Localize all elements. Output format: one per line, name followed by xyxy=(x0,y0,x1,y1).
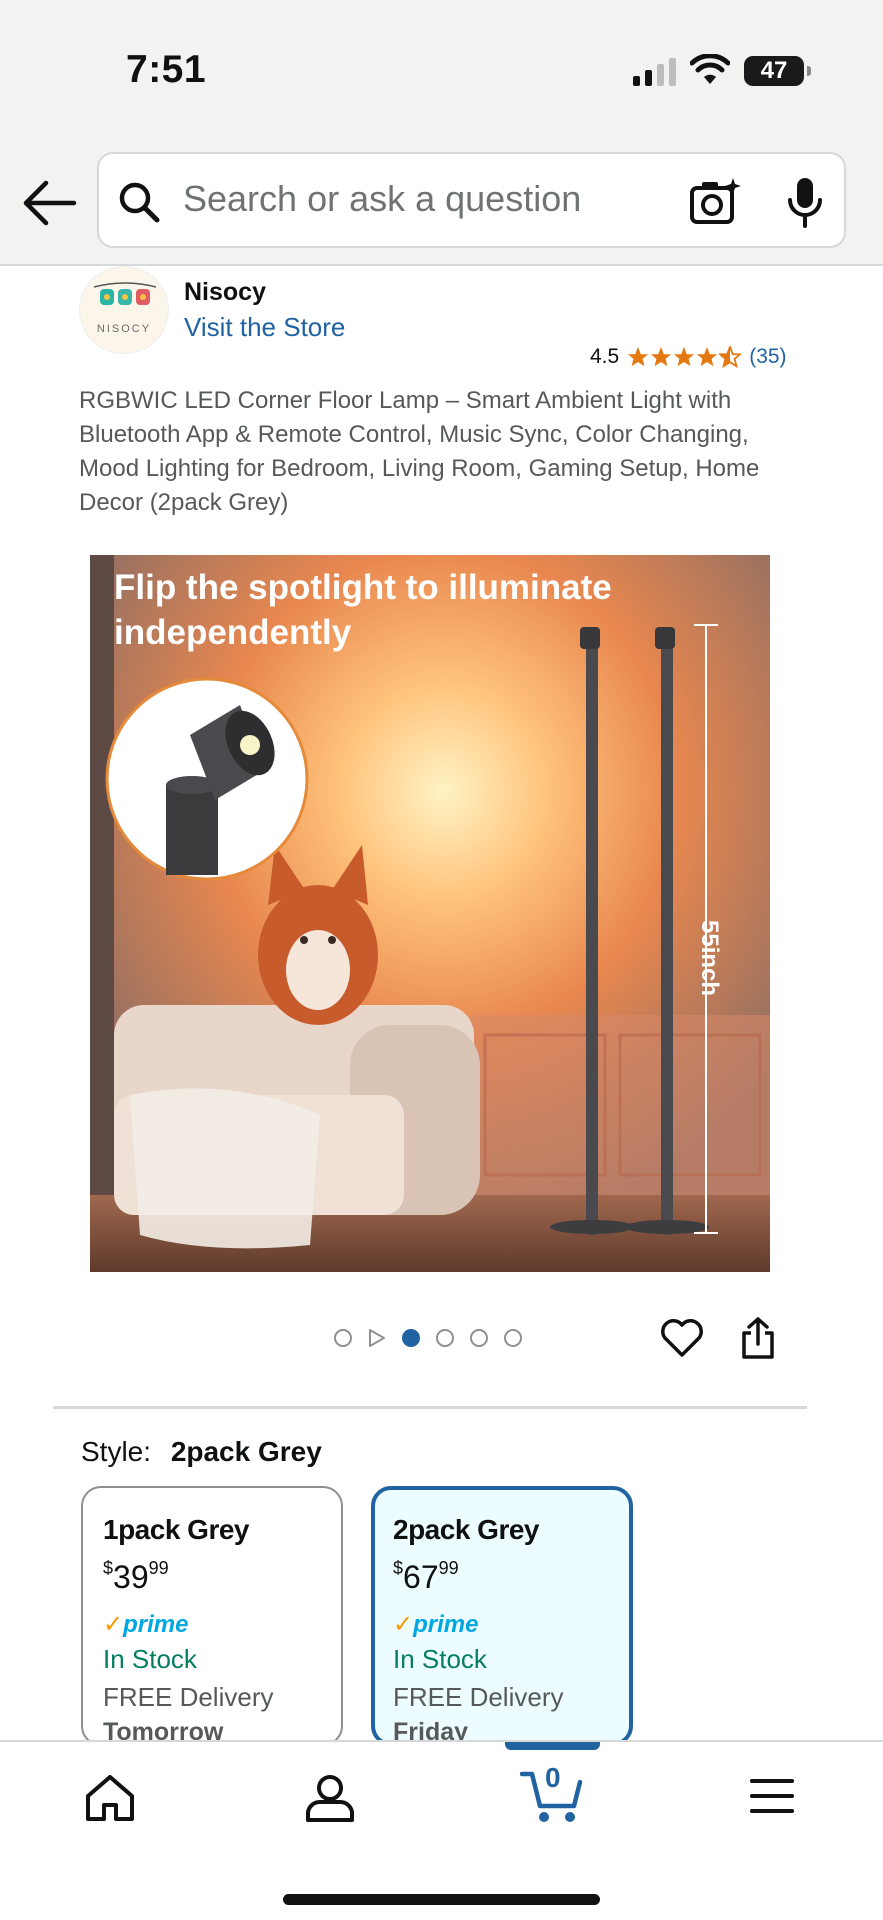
option-name: 2pack Grey xyxy=(393,1514,540,1545)
menu-hamburger-icon[interactable] xyxy=(750,1776,794,1816)
option-name: 1pack Grey xyxy=(103,1514,250,1545)
stock-status: In Stock xyxy=(393,1644,487,1674)
carousel-indicator xyxy=(334,1328,522,1348)
prime-check-icon: ✓ xyxy=(393,1611,414,1638)
carousel-dot[interactable] xyxy=(334,1329,352,1347)
star-full-icon xyxy=(651,346,672,367)
carousel-dot-active[interactable] xyxy=(402,1329,420,1347)
prime-label: prime xyxy=(123,1611,189,1638)
status-bar: 7:51 47 xyxy=(0,0,883,140)
share-icon[interactable] xyxy=(740,1316,776,1360)
style-option-1pack[interactable]: 1pack Grey $3999 ✓prime In Stock FREE De… xyxy=(81,1486,343,1746)
style-selector-label: Style: 2pack Grey xyxy=(81,1436,322,1468)
status-time: 7:51 xyxy=(126,48,207,91)
microphone-icon[interactable] xyxy=(785,176,825,228)
prime-badge: ✓prime xyxy=(393,1610,478,1639)
search-placeholder: Search or ask a question xyxy=(183,178,582,219)
product-title: RGBWIC LED Corner Floor Lamp – Smart Amb… xyxy=(79,387,760,516)
star-full-icon xyxy=(628,346,649,367)
style-selected-value: 2pack Grey xyxy=(170,1436,322,1467)
profile-icon[interactable] xyxy=(304,1772,356,1824)
star-full-icon xyxy=(697,346,718,367)
search-icon xyxy=(119,182,160,223)
price-currency: $ xyxy=(393,1558,404,1578)
active-tab-indicator xyxy=(505,1742,600,1750)
star-rating xyxy=(627,346,742,368)
price-currency: $ xyxy=(103,1558,114,1578)
home-icon[interactable] xyxy=(84,1772,136,1824)
product-image[interactable]: 55inch Flip the spotlight to illuminate … xyxy=(90,555,770,1272)
style-option-2pack[interactable]: 2pack Grey $6799 ✓prime In Stock FREE De… xyxy=(371,1486,633,1746)
product-page: 7:51 47 Search or ask a question NISOCY … xyxy=(0,0,883,1920)
camera-search-icon[interactable] xyxy=(689,176,741,228)
carousel-dot[interactable] xyxy=(504,1329,522,1347)
prime-label: prime xyxy=(413,1611,479,1638)
price-whole: 39 xyxy=(113,1559,149,1595)
rating-count-link[interactable]: (35) xyxy=(749,345,786,369)
search-header: Search or ask a question xyxy=(0,140,883,266)
stock-status: In Stock xyxy=(103,1644,197,1674)
height-label: 55inch xyxy=(696,920,723,996)
option-price: $3999 xyxy=(103,1558,169,1596)
delivery-label: FREE Delivery xyxy=(393,1682,564,1712)
image-caption: Flip the spotlight to illuminate indepen… xyxy=(114,568,612,652)
video-play-icon[interactable] xyxy=(368,1328,386,1348)
wishlist-heart-icon[interactable] xyxy=(660,1318,704,1358)
cellular-signal-icon xyxy=(633,58,676,86)
delivery-label: FREE Delivery xyxy=(103,1682,274,1712)
battery-indicator: 47 xyxy=(744,56,811,86)
brand-logo[interactable]: NISOCY xyxy=(79,266,169,354)
brand-name: Nisocy xyxy=(184,278,266,306)
home-indicator xyxy=(283,1894,600,1905)
rating-value: 4.5 xyxy=(590,345,620,368)
prime-badge: ✓prime xyxy=(103,1610,188,1639)
star-half-icon xyxy=(719,346,742,368)
price-fraction: 99 xyxy=(438,1558,459,1578)
prime-check-icon: ✓ xyxy=(103,1611,124,1638)
brand-logo-text: NISOCY xyxy=(96,323,152,335)
cart-count-badge: 0 xyxy=(545,1762,561,1793)
rating-row[interactable]: 4.5 (35) xyxy=(590,342,787,372)
wifi-icon xyxy=(690,54,730,84)
product-photo-illustration: 55inch xyxy=(90,555,770,1272)
lanterns-icon xyxy=(93,282,157,305)
visit-store-link[interactable]: Visit the Store xyxy=(184,312,345,343)
price-fraction: 99 xyxy=(148,1558,169,1578)
style-label: Style: xyxy=(81,1436,152,1467)
carousel-dot[interactable] xyxy=(436,1329,454,1347)
search-input[interactable]: Search or ask a question xyxy=(97,152,846,248)
bottom-navigation: 0 xyxy=(0,1740,883,1920)
carousel-dot[interactable] xyxy=(470,1329,488,1347)
price-whole: 67 xyxy=(403,1559,439,1595)
section-divider xyxy=(53,1406,807,1409)
back-arrow-icon[interactable] xyxy=(20,174,78,232)
option-price: $6799 xyxy=(393,1558,459,1596)
star-full-icon xyxy=(674,346,695,367)
